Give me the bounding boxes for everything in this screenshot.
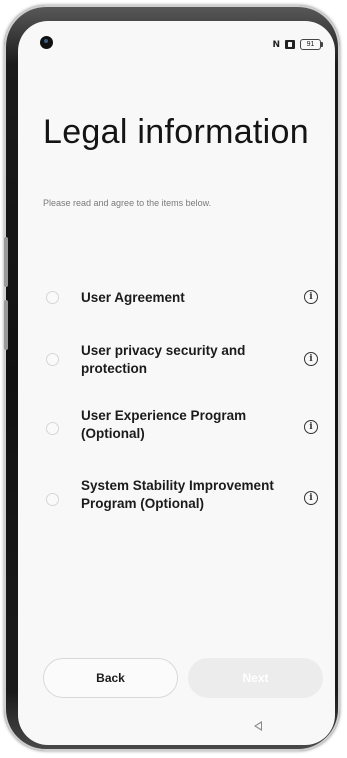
radio-privacy[interactable] — [46, 353, 59, 366]
item-label[interactable]: User Agreement — [81, 289, 286, 307]
agreement-item-user-agreement[interactable]: User Agreement i — [18, 283, 335, 327]
phone-frame: N 91 Legal information Please read and a… — [4, 5, 340, 751]
info-icon[interactable]: i — [304, 290, 318, 304]
battery-icon: 91 — [300, 39, 323, 50]
volume-up-button — [4, 237, 8, 287]
next-button[interactable]: Next — [188, 658, 323, 698]
volume-down-button — [4, 300, 8, 350]
item-label[interactable]: User privacy security and protection — [81, 342, 286, 378]
back-button[interactable]: Back — [43, 658, 178, 698]
agreement-item-privacy[interactable]: User privacy security and protection i — [18, 337, 335, 381]
battery-level: 91 — [306, 41, 315, 48]
page-title: Legal information — [43, 113, 309, 151]
radio-user-agreement[interactable] — [46, 291, 59, 304]
status-bar-icons: N 91 — [272, 39, 323, 50]
screen: N 91 Legal information Please read and a… — [18, 21, 335, 745]
page-subtitle: Please read and agree to the items below… — [43, 198, 212, 208]
item-label[interactable]: User Experience Program (Optional) — [81, 407, 286, 443]
nfc-icon: N — [272, 39, 280, 50]
front-camera — [40, 36, 53, 49]
radio-system-stability[interactable] — [46, 493, 59, 506]
agreement-item-system-stability[interactable]: System Stability Improvement Program (Op… — [18, 475, 335, 519]
item-label[interactable]: System Stability Improvement Program (Op… — [81, 477, 286, 513]
agreement-item-user-experience[interactable]: User Experience Program (Optional) i — [18, 406, 335, 450]
nav-back-icon[interactable] — [254, 721, 262, 731]
info-icon[interactable]: i — [304, 491, 318, 505]
info-icon[interactable]: i — [304, 352, 318, 366]
info-icon[interactable]: i — [304, 420, 318, 434]
sim-card-icon — [285, 40, 295, 49]
radio-user-experience[interactable] — [46, 422, 59, 435]
